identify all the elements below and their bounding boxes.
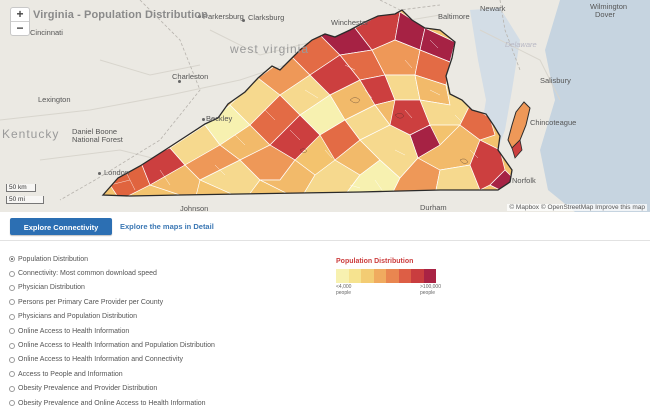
- layer-option-connectivity[interactable]: Connectivity: Most common download speed: [9, 266, 215, 280]
- place-label-norfolk: Norfolk: [512, 176, 536, 185]
- radio-button[interactable]: [9, 313, 15, 320]
- scale-bar-mi: 50 mi: [6, 196, 44, 204]
- page: Parkersburg Clarksburg Winchester Baltim…: [0, 0, 650, 410]
- place-label-baltimore: Baltimore: [438, 12, 470, 21]
- place-label-newark: Newark: [480, 4, 506, 13]
- legend-swatch: [348, 269, 361, 283]
- divider: [0, 240, 650, 241]
- layer-option-population[interactable]: Population Distribution: [9, 252, 215, 266]
- map-title: Virginia - Population Distribution: [33, 9, 208, 21]
- layer-option-label: Online Access to Health Information: [18, 327, 130, 335]
- place-label-johnson: Johnson: [180, 204, 209, 212]
- place-label-winchester: Winchester: [331, 18, 369, 27]
- place-label-parkersburg: Parkersburg: [203, 12, 244, 21]
- radio-button[interactable]: [9, 328, 15, 335]
- place-label-beckley: Beckley: [206, 114, 233, 123]
- atlantic-water: [540, 0, 650, 212]
- legend-swatch: [386, 269, 399, 283]
- place-dot: [242, 19, 245, 22]
- legend-swatch: [373, 269, 386, 283]
- place-dot: [98, 172, 101, 175]
- radio-button[interactable]: [9, 385, 15, 392]
- zoom-control: + −: [10, 7, 30, 36]
- map-canvas[interactable]: [0, 0, 650, 212]
- legend-end-labels: <4,000 people >100,000 people: [336, 284, 441, 299]
- place-label-daniel-boone: Daniel Boone National Forest: [72, 127, 123, 144]
- legend-swatch: [336, 269, 349, 283]
- place-label-london: London: [104, 168, 130, 177]
- layer-option-obesity-provider[interactable]: Obesity Prevalence and Provider Distribu…: [9, 382, 215, 396]
- layer-option-physicians[interactable]: Physician Distribution: [9, 281, 215, 295]
- explore-detail-link[interactable]: Explore the maps in Detail: [120, 222, 214, 231]
- layer-option-label: Obesity Prevalence and Online Access to …: [18, 399, 206, 407]
- radio-button[interactable]: [9, 342, 15, 349]
- place-dot: [202, 118, 205, 121]
- layer-option-label: Online Access to Health Information and …: [18, 342, 215, 350]
- radio-button[interactable]: [9, 270, 15, 277]
- legend-title: Population Distribution: [336, 258, 414, 265]
- layer-option-online-access[interactable]: Online Access to Health Information: [9, 324, 215, 338]
- layer-option-label: Obesity Prevalence and Provider Distribu…: [18, 385, 158, 393]
- layer-option-label: Physician Distribution: [18, 284, 85, 292]
- place-label-clarksburg: Clarksburg: [248, 13, 285, 22]
- place-label-wilmington: Wilmington: [590, 2, 628, 11]
- legend-color-bar: [336, 269, 436, 283]
- zoom-in-button[interactable]: +: [11, 8, 29, 21]
- layer-option-label: Connectivity: Most common download speed: [18, 270, 157, 278]
- place-label-chincoteague: Chincoteague: [530, 118, 577, 127]
- place-label-salisbury: Salisbury: [540, 76, 571, 85]
- legend-low-unit: people: [336, 290, 352, 296]
- place-label-lexington: Lexington: [38, 95, 71, 104]
- radio-button[interactable]: [9, 284, 15, 291]
- layer-option-physicians-population[interactable]: Physicians and Population Distribution: [9, 310, 215, 324]
- legend: Population Distribution <4,000 people >1…: [336, 258, 441, 299]
- zoom-out-button[interactable]: −: [11, 21, 29, 35]
- layer-option-online-access-connectivity[interactable]: Online Access to Health Information and …: [9, 353, 215, 367]
- layer-option-obesity-online-access[interactable]: Obesity Prevalence and Online Access to …: [9, 396, 215, 410]
- legend-swatch: [423, 269, 436, 283]
- radio-button[interactable]: [9, 356, 15, 363]
- place-label-dover: Dover: [595, 10, 616, 19]
- legend-swatch: [361, 269, 374, 283]
- place-label-kentucky: Kentucky: [2, 127, 60, 141]
- layer-option-label: Online Access to Health Information and …: [18, 356, 183, 364]
- explore-connectivity-maps-button[interactable]: Explore Connectivity Maps: [10, 218, 112, 249]
- layer-option-label: Persons per Primary Care Provider per Co…: [18, 298, 164, 306]
- place-label-cincinnati: Cincinnati: [30, 28, 63, 37]
- legend-high-unit: people: [420, 290, 436, 296]
- layer-option-label: Physicians and Population Distribution: [18, 313, 138, 321]
- place-label-charleston: Charleston: [172, 72, 209, 81]
- layer-option-label: Access to People and Information: [18, 370, 123, 378]
- layer-options-list: Population Distribution Connectivity: Mo…: [9, 252, 215, 410]
- scale-bar-km: 50 km: [6, 184, 36, 192]
- legend-swatch: [398, 269, 411, 283]
- layer-option-persons-per-provider[interactable]: Persons per Primary Care Provider per Co…: [9, 295, 215, 309]
- map-attribution[interactable]: © Mapbox © OpenStreetMap Improve this ma…: [507, 204, 647, 211]
- legend-swatch: [411, 269, 424, 283]
- layer-option-access-people-information[interactable]: Access to People and Information: [9, 367, 215, 381]
- radio-button[interactable]: [9, 256, 15, 263]
- radio-button[interactable]: [9, 299, 15, 306]
- radio-button[interactable]: [9, 371, 15, 378]
- place-label-west-virginia: west virginia: [230, 42, 310, 56]
- place-label-delaware: Delaware: [505, 40, 537, 49]
- radio-button[interactable]: [9, 400, 15, 407]
- map-panel[interactable]: Parkersburg Clarksburg Winchester Baltim…: [0, 0, 650, 212]
- layer-option-label: Population Distribution: [18, 255, 89, 263]
- place-label-durham: Durham: [420, 203, 447, 212]
- layer-option-online-access-population[interactable]: Online Access to Health Information and …: [9, 338, 215, 352]
